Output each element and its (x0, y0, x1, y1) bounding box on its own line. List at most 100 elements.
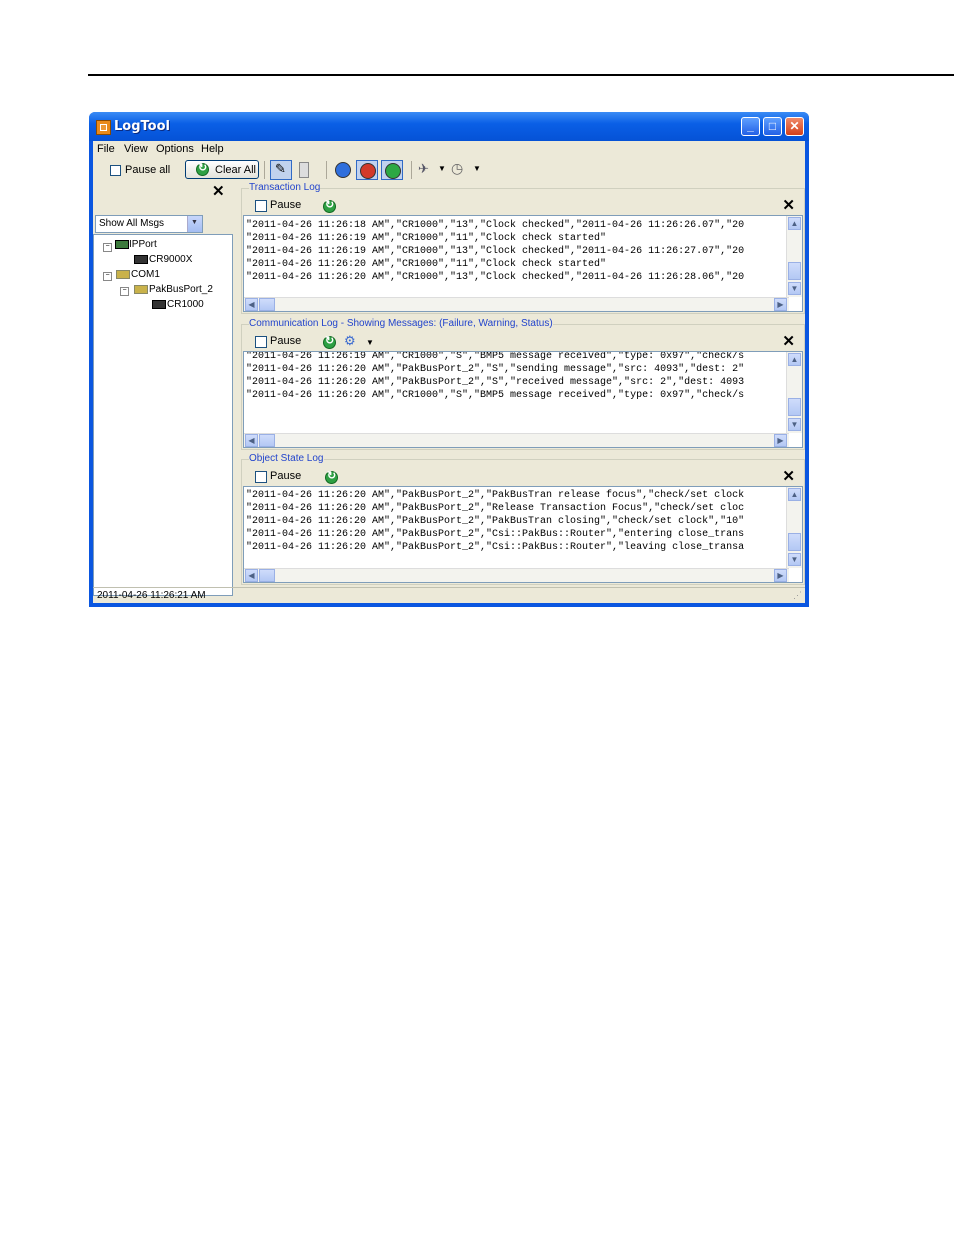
info-circle-icon (335, 162, 351, 178)
pause-checkbox[interactable] (255, 336, 267, 348)
panel-splitter[interactable] (233, 182, 241, 596)
vertical-scrollbar[interactable]: ▲ ▼ (786, 487, 802, 568)
log-text-area[interactable]: "2011-04-26 11:26:20 AM","PakBusPort_2",… (243, 486, 803, 583)
maximize-button[interactable]: □ (763, 117, 782, 136)
device-tree-panel: ✕ Show All Msgs ▼ − IPPort CR9000X − COM… (93, 182, 233, 596)
logtool-window: LogTool _ □ ✕ File View Options Help Pau… (89, 112, 809, 607)
clock-icon[interactable]: ◷ (451, 160, 463, 177)
refresh-icon[interactable] (325, 469, 338, 484)
horizontal-scrollbar[interactable]: ◀ ▶ (244, 433, 789, 447)
vertical-scrollbar[interactable]: ▲ ▼ (786, 216, 802, 297)
scroll-left-icon[interactable]: ◀ (245, 569, 258, 582)
wrench-tool-button[interactable]: ✎ (270, 160, 292, 180)
pane-close-button[interactable]: ✕ (782, 196, 795, 214)
scroll-up-icon[interactable]: ▲ (788, 217, 801, 230)
com-port-icon (116, 270, 130, 279)
menu-view[interactable]: View (124, 143, 148, 155)
pane-title: Object State Log (249, 453, 324, 464)
info-filter-button[interactable] (332, 160, 354, 180)
title-bar[interactable]: LogTool _ □ ✕ (89, 112, 809, 141)
message-filter-select[interactable]: Show All Msgs ▼ (95, 215, 203, 233)
panel-close-button[interactable]: ✕ (212, 182, 225, 200)
datalogger-icon (134, 255, 148, 264)
error-filter-button[interactable] (356, 160, 378, 180)
scroll-thumb[interactable] (788, 262, 801, 280)
gears-icon[interactable]: ⚙ (344, 333, 356, 349)
scroll-left-icon[interactable]: ◀ (245, 298, 258, 311)
scroll-thumb[interactable] (259, 434, 275, 447)
scroll-up-icon[interactable]: ▲ (788, 353, 801, 366)
wrench-icon: ✎ (275, 161, 286, 176)
tree-item-cr9000x[interactable]: CR9000X (149, 254, 192, 265)
scroll-right-icon[interactable]: ▶ (774, 434, 787, 447)
transaction-log-pane: Transaction Log Pause ✕ "2011-04-26 11:2… (241, 182, 805, 314)
chevron-down-icon[interactable]: ▼ (473, 164, 481, 173)
clear-all-label: Clear All (215, 164, 256, 176)
pause-all-checkbox[interactable] (110, 165, 121, 176)
scroll-thumb[interactable] (259, 569, 275, 582)
minimize-button[interactable]: _ (741, 117, 760, 136)
refresh-icon[interactable] (323, 198, 336, 213)
log-line: "2011-04-26 11:26:20 AM","PakBusPort_2",… (246, 377, 745, 388)
pause-checkbox[interactable] (255, 471, 267, 483)
tree-collapse-icon[interactable]: − (103, 272, 112, 281)
error-circle-icon (360, 163, 376, 179)
pause-label: Pause (270, 199, 302, 211)
status-bar: 2011-04-26 11:26:21 AM ⋰ (93, 587, 805, 604)
log-line: "2011-04-26 11:26:20 AM","CR1000","13","… (246, 272, 745, 283)
tree-item-com1[interactable]: COM1 (131, 269, 160, 280)
toolbar-separator (264, 161, 265, 179)
tree-item-pakbusport-2[interactable]: PakBusPort_2 (149, 284, 213, 295)
scroll-down-icon[interactable]: ▼ (788, 282, 801, 295)
window-client: File View Options Help Pause all Clear A… (93, 141, 805, 603)
menu-help[interactable]: Help (201, 143, 224, 155)
scroll-thumb[interactable] (259, 298, 275, 311)
toolbar-separator (411, 161, 412, 179)
log-line: "2011-04-26 11:26:20 AM","CR1000","11","… (246, 259, 607, 270)
refresh-icon[interactable] (323, 334, 336, 349)
scroll-down-icon[interactable]: ▼ (788, 418, 801, 431)
log-text-area[interactable]: "2011-04-26 11:26:19 AM","CR1000","S","B… (243, 351, 803, 448)
scroll-thumb[interactable] (788, 533, 801, 551)
ipport-icon (115, 240, 129, 249)
vertical-scrollbar[interactable]: ▲ ▼ (786, 352, 802, 433)
menu-file[interactable]: File (97, 143, 115, 155)
horizontal-scrollbar[interactable]: ◀ ▶ (244, 568, 789, 582)
filter-value: Show All Msgs (99, 218, 165, 229)
log-line: "2011-04-26 11:26:18 AM","CR1000","13","… (246, 220, 745, 231)
log-line: "2011-04-26 11:26:20 AM","PakBusPort_2",… (246, 516, 745, 527)
chevron-down-icon[interactable]: ▼ (366, 338, 374, 347)
pane-title: Communication Log - Showing Messages: (F… (249, 318, 553, 329)
status-filter-button[interactable] (381, 160, 403, 180)
communication-log-pane: Communication Log - Showing Messages: (F… (241, 318, 805, 450)
pause-checkbox[interactable] (255, 200, 267, 212)
horizontal-scrollbar[interactable]: ◀ ▶ (244, 297, 789, 311)
tree-item-ipport[interactable]: IPPort (129, 239, 157, 250)
plane-icon[interactable]: ✈ (418, 161, 429, 177)
clear-all-button[interactable]: Clear All (185, 160, 259, 179)
log-text-area[interactable]: "2011-04-26 11:26:18 AM","CR1000","13","… (243, 215, 803, 312)
tree-item-cr1000[interactable]: CR1000 (167, 299, 204, 310)
tree-collapse-icon[interactable]: − (120, 287, 129, 296)
close-window-button[interactable]: ✕ (785, 117, 804, 136)
scroll-right-icon[interactable]: ▶ (774, 298, 787, 311)
resize-grip-icon[interactable]: ⋰ (793, 590, 802, 601)
chevron-down-icon[interactable]: ▼ (187, 216, 202, 232)
scroll-right-icon[interactable]: ▶ (774, 569, 787, 582)
pane-close-button[interactable]: ✕ (782, 467, 795, 485)
chevron-down-icon[interactable]: ▼ (438, 164, 446, 173)
window-title: LogTool (114, 119, 170, 134)
scroll-up-icon[interactable]: ▲ (788, 488, 801, 501)
pane-title: Transaction Log (249, 182, 321, 193)
scroll-left-icon[interactable]: ◀ (245, 434, 258, 447)
scroll-down-icon[interactable]: ▼ (788, 553, 801, 566)
log-line: "2011-04-26 11:26:20 AM","CR1000","S","B… (246, 390, 745, 401)
log-line: "2011-04-26 11:26:20 AM","PakBusPort_2",… (246, 529, 745, 540)
log-line: "2011-04-26 11:26:19 AM","CR1000","11","… (246, 233, 607, 244)
pin-tool-button[interactable] (299, 162, 309, 178)
pane-close-button[interactable]: ✕ (782, 332, 795, 350)
scroll-thumb[interactable] (788, 398, 801, 416)
pause-label: Pause (270, 335, 302, 347)
tree-collapse-icon[interactable]: − (103, 243, 112, 252)
menu-options[interactable]: Options (156, 143, 194, 155)
